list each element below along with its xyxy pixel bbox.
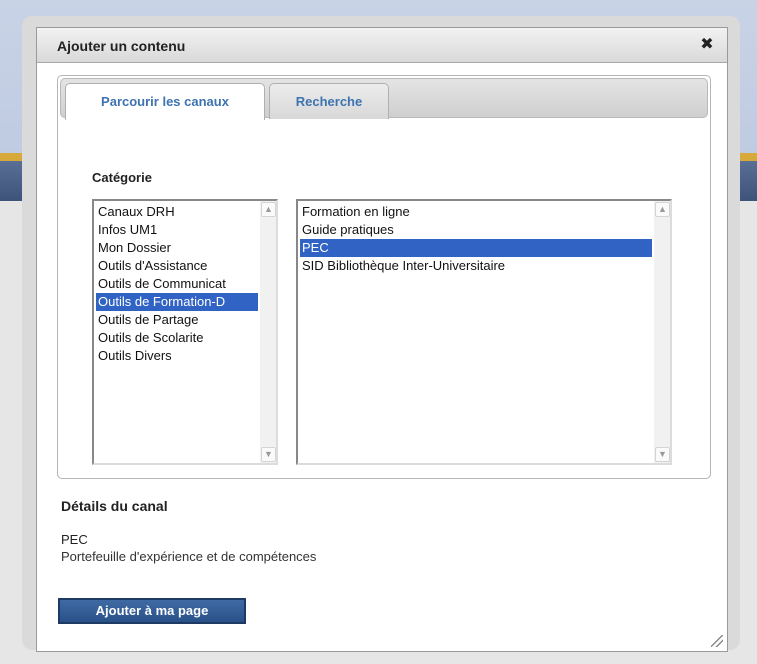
category-item[interactable]: Outils de Communicat — [96, 275, 258, 293]
category-item[interactable]: Outils de Partage — [96, 311, 258, 329]
resize-grip-icon[interactable] — [711, 635, 723, 647]
dialog-title: Ajouter un contenu — [57, 38, 186, 54]
scroll-down-icon[interactable]: ▼ — [261, 447, 276, 462]
channel-details-name: PEC — [61, 532, 88, 547]
channel-details-description: Portefeuille d'expérience et de compéten… — [61, 549, 317, 564]
channel-item[interactable]: PEC — [300, 239, 652, 257]
scroll-down-icon[interactable]: ▼ — [655, 447, 670, 462]
category-item[interactable]: Infos UM1 — [96, 221, 258, 239]
category-item[interactable]: Outils de Scolarite — [96, 329, 258, 347]
channel-details-heading: Détails du canal — [61, 498, 168, 514]
tab-browse-channels[interactable]: Parcourir les canaux — [65, 83, 265, 120]
dialog-header[interactable]: Ajouter un contenu ✖ — [37, 28, 727, 63]
tab-search[interactable]: Recherche — [269, 83, 389, 119]
channel-item[interactable]: Formation en ligne — [300, 203, 652, 221]
tabs-panel: Parcourir les canaux Recherche Catégorie… — [57, 75, 711, 479]
close-icon[interactable]: ✖ — [699, 36, 715, 54]
category-item[interactable]: Mon Dossier — [96, 239, 258, 257]
tab-strip: Parcourir les canaux Recherche — [60, 78, 708, 120]
category-item[interactable]: Outils d'Assistance — [96, 257, 258, 275]
channel-scrollbar[interactable]: ▲ ▼ — [654, 201, 670, 463]
category-item[interactable]: Canaux DRH — [96, 203, 258, 221]
category-scrollbar[interactable]: ▲ ▼ — [260, 201, 276, 463]
channel-item[interactable]: Guide pratiques — [300, 221, 652, 239]
channel-listbox[interactable]: Formation en ligne Guide pratiques PEC S… — [296, 199, 672, 465]
category-listbox[interactable]: Canaux DRH Infos UM1 Mon Dossier Outils … — [92, 199, 278, 465]
channel-item[interactable]: SID Bibliothèque Inter-Universitaire — [300, 257, 652, 275]
category-list: Canaux DRH Infos UM1 Mon Dossier Outils … — [96, 203, 258, 365]
add-content-dialog: Ajouter un contenu ✖ Parcourir les canau… — [36, 27, 728, 652]
channel-list: Formation en ligne Guide pratiques PEC S… — [300, 203, 652, 275]
category-item[interactable]: Outils de Formation-D — [96, 293, 258, 311]
add-to-page-button[interactable]: Ajouter à ma page — [58, 598, 246, 624]
scroll-up-icon[interactable]: ▲ — [655, 202, 670, 217]
category-label: Catégorie — [92, 170, 152, 185]
scroll-up-icon[interactable]: ▲ — [261, 202, 276, 217]
category-item[interactable]: Outils Divers — [96, 347, 258, 365]
